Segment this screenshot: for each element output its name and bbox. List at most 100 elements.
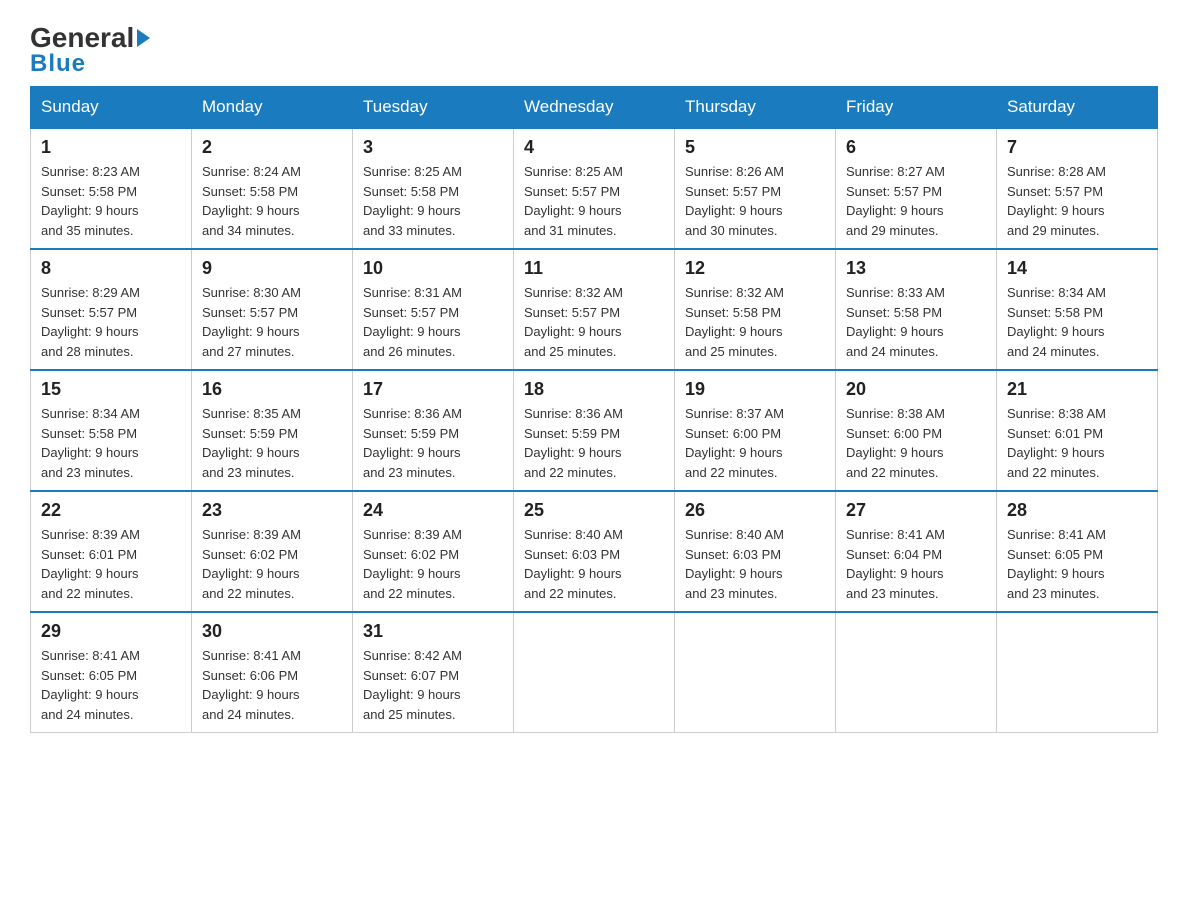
weekday-header-thursday: Thursday <box>675 87 836 129</box>
weekday-header-row: SundayMondayTuesdayWednesdayThursdayFrid… <box>31 87 1158 129</box>
day-cell: 1Sunrise: 8:23 AMSunset: 5:58 PMDaylight… <box>31 128 192 249</box>
day-info: Sunrise: 8:36 AMSunset: 5:59 PMDaylight:… <box>363 404 503 482</box>
day-info: Sunrise: 8:42 AMSunset: 6:07 PMDaylight:… <box>363 646 503 724</box>
day-cell: 15 Sunrise: 8:34 AMSunset: 5:58 PMDayligh… <box>31 370 192 491</box>
weekday-header-monday: Monday <box>192 87 353 129</box>
day-number: 14 <box>1007 258 1147 279</box>
week-row-2: 8Sunrise: 8:29 AMSunset: 5:57 PMDaylight… <box>31 249 1158 370</box>
day-info: Sunrise: 8:41 AMSunset: 6:06 PMDaylight:… <box>202 646 342 724</box>
day-info: Sunrise: 8:26 AMSunset: 5:57 PMDaylight:… <box>685 162 825 240</box>
day-cell: 14 Sunrise: 8:34 AMSunset: 5:58 PMDayligh… <box>997 249 1158 370</box>
day-info: Sunrise: 8:38 AMSunset: 6:01 PMDaylight:… <box>1007 404 1147 482</box>
day-cell: 31 Sunrise: 8:42 AMSunset: 6:07 PMDayligh… <box>353 612 514 733</box>
day-number: 11 <box>524 258 664 279</box>
day-cell: 28 Sunrise: 8:41 AMSunset: 6:05 PMDayligh… <box>997 491 1158 612</box>
day-cell <box>836 612 997 733</box>
day-info: Sunrise: 8:31 AMSunset: 5:57 PMDaylight:… <box>363 283 503 361</box>
day-cell: 29Sunrise: 8:41 AMSunset: 6:05 PMDayligh… <box>31 612 192 733</box>
day-cell <box>514 612 675 733</box>
day-info: Sunrise: 8:34 AMSunset: 5:58 PMDaylight:… <box>1007 283 1147 361</box>
day-number: 5 <box>685 137 825 158</box>
day-cell: 19Sunrise: 8:37 AMSunset: 6:00 PMDayligh… <box>675 370 836 491</box>
day-info: Sunrise: 8:40 AMSunset: 6:03 PMDaylight:… <box>685 525 825 603</box>
logo-general: General <box>30 24 150 52</box>
day-number: 1 <box>41 137 181 158</box>
day-number: 31 <box>363 621 503 642</box>
day-number: 13 <box>846 258 986 279</box>
day-number: 30 <box>202 621 342 642</box>
day-cell <box>997 612 1158 733</box>
day-cell: 11 Sunrise: 8:32 AMSunset: 5:57 PMDayligh… <box>514 249 675 370</box>
day-info: Sunrise: 8:39 AMSunset: 6:02 PMDaylight:… <box>202 525 342 603</box>
day-number: 20 <box>846 379 986 400</box>
week-row-4: 22 Sunrise: 8:39 AMSunset: 6:01 PMDayligh… <box>31 491 1158 612</box>
day-cell: 22 Sunrise: 8:39 AMSunset: 6:01 PMDayligh… <box>31 491 192 612</box>
day-cell: 20 Sunrise: 8:38 AMSunset: 6:00 PMDayligh… <box>836 370 997 491</box>
day-cell: 24 Sunrise: 8:39 AMSunset: 6:02 PMDayligh… <box>353 491 514 612</box>
day-number: 12 <box>685 258 825 279</box>
day-cell: 30 Sunrise: 8:41 AMSunset: 6:06 PMDayligh… <box>192 612 353 733</box>
day-cell: 9 Sunrise: 8:30 AMSunset: 5:57 PMDaylight… <box>192 249 353 370</box>
day-cell: 6 Sunrise: 8:27 AMSunset: 5:57 PMDaylight… <box>836 128 997 249</box>
day-number: 21 <box>1007 379 1147 400</box>
week-row-3: 15 Sunrise: 8:34 AMSunset: 5:58 PMDayligh… <box>31 370 1158 491</box>
day-number: 9 <box>202 258 342 279</box>
day-info: Sunrise: 8:32 AMSunset: 5:57 PMDaylight:… <box>524 283 664 361</box>
day-number: 7 <box>1007 137 1147 158</box>
day-info: Sunrise: 8:33 AMSunset: 5:58 PMDaylight:… <box>846 283 986 361</box>
day-cell <box>675 612 836 733</box>
day-number: 17 <box>363 379 503 400</box>
weekday-header-friday: Friday <box>836 87 997 129</box>
day-info: Sunrise: 8:25 AMSunset: 5:58 PMDaylight:… <box>363 162 503 240</box>
weekday-header-tuesday: Tuesday <box>353 87 514 129</box>
day-info: Sunrise: 8:25 AMSunset: 5:57 PMDaylight:… <box>524 162 664 240</box>
day-cell: 25Sunrise: 8:40 AMSunset: 6:03 PMDayligh… <box>514 491 675 612</box>
day-number: 10 <box>363 258 503 279</box>
day-cell: 21 Sunrise: 8:38 AMSunset: 6:01 PMDayligh… <box>997 370 1158 491</box>
day-number: 15 <box>41 379 181 400</box>
day-number: 6 <box>846 137 986 158</box>
weekday-header-wednesday: Wednesday <box>514 87 675 129</box>
week-row-1: 1Sunrise: 8:23 AMSunset: 5:58 PMDaylight… <box>31 128 1158 249</box>
day-cell: 16Sunrise: 8:35 AMSunset: 5:59 PMDayligh… <box>192 370 353 491</box>
day-cell: 2Sunrise: 8:24 AMSunset: 5:58 PMDaylight… <box>192 128 353 249</box>
calendar-table: SundayMondayTuesdayWednesdayThursdayFrid… <box>30 86 1158 733</box>
day-number: 22 <box>41 500 181 521</box>
day-cell: 8Sunrise: 8:29 AMSunset: 5:57 PMDaylight… <box>31 249 192 370</box>
day-cell: 13 Sunrise: 8:33 AMSunset: 5:58 PMDayligh… <box>836 249 997 370</box>
day-number: 26 <box>685 500 825 521</box>
day-number: 28 <box>1007 500 1147 521</box>
logo-blue: Blue <box>30 52 150 76</box>
day-number: 25 <box>524 500 664 521</box>
day-cell: 17 Sunrise: 8:36 AMSunset: 5:59 PMDayligh… <box>353 370 514 491</box>
day-cell: 4 Sunrise: 8:25 AMSunset: 5:57 PMDaylight… <box>514 128 675 249</box>
page-header: General Blue <box>30 20 1158 76</box>
day-number: 4 <box>524 137 664 158</box>
day-info: Sunrise: 8:39 AMSunset: 6:02 PMDaylight:… <box>363 525 503 603</box>
day-info: Sunrise: 8:38 AMSunset: 6:00 PMDaylight:… <box>846 404 986 482</box>
day-number: 16 <box>202 379 342 400</box>
day-cell: 23Sunrise: 8:39 AMSunset: 6:02 PMDayligh… <box>192 491 353 612</box>
day-info: Sunrise: 8:27 AMSunset: 5:57 PMDaylight:… <box>846 162 986 240</box>
day-info: Sunrise: 8:34 AMSunset: 5:58 PMDaylight:… <box>41 404 181 482</box>
day-info: Sunrise: 8:39 AMSunset: 6:01 PMDaylight:… <box>41 525 181 603</box>
day-number: 3 <box>363 137 503 158</box>
day-cell: 7 Sunrise: 8:28 AMSunset: 5:57 PMDaylight… <box>997 128 1158 249</box>
day-cell: 3 Sunrise: 8:25 AMSunset: 5:58 PMDaylight… <box>353 128 514 249</box>
day-cell: 26 Sunrise: 8:40 AMSunset: 6:03 PMDayligh… <box>675 491 836 612</box>
day-info: Sunrise: 8:32 AMSunset: 5:58 PMDaylight:… <box>685 283 825 361</box>
day-info: Sunrise: 8:41 AMSunset: 6:04 PMDaylight:… <box>846 525 986 603</box>
day-info: Sunrise: 8:41 AMSunset: 6:05 PMDaylight:… <box>1007 525 1147 603</box>
day-info: Sunrise: 8:28 AMSunset: 5:57 PMDaylight:… <box>1007 162 1147 240</box>
logo: General Blue <box>30 20 150 76</box>
day-number: 2 <box>202 137 342 158</box>
day-cell: 5 Sunrise: 8:26 AMSunset: 5:57 PMDaylight… <box>675 128 836 249</box>
weekday-header-saturday: Saturday <box>997 87 1158 129</box>
weekday-header-sunday: Sunday <box>31 87 192 129</box>
day-info: Sunrise: 8:36 AMSunset: 5:59 PMDaylight:… <box>524 404 664 482</box>
day-info: Sunrise: 8:37 AMSunset: 6:00 PMDaylight:… <box>685 404 825 482</box>
day-info: Sunrise: 8:29 AMSunset: 5:57 PMDaylight:… <box>41 283 181 361</box>
day-number: 27 <box>846 500 986 521</box>
day-number: 24 <box>363 500 503 521</box>
day-info: Sunrise: 8:30 AMSunset: 5:57 PMDaylight:… <box>202 283 342 361</box>
